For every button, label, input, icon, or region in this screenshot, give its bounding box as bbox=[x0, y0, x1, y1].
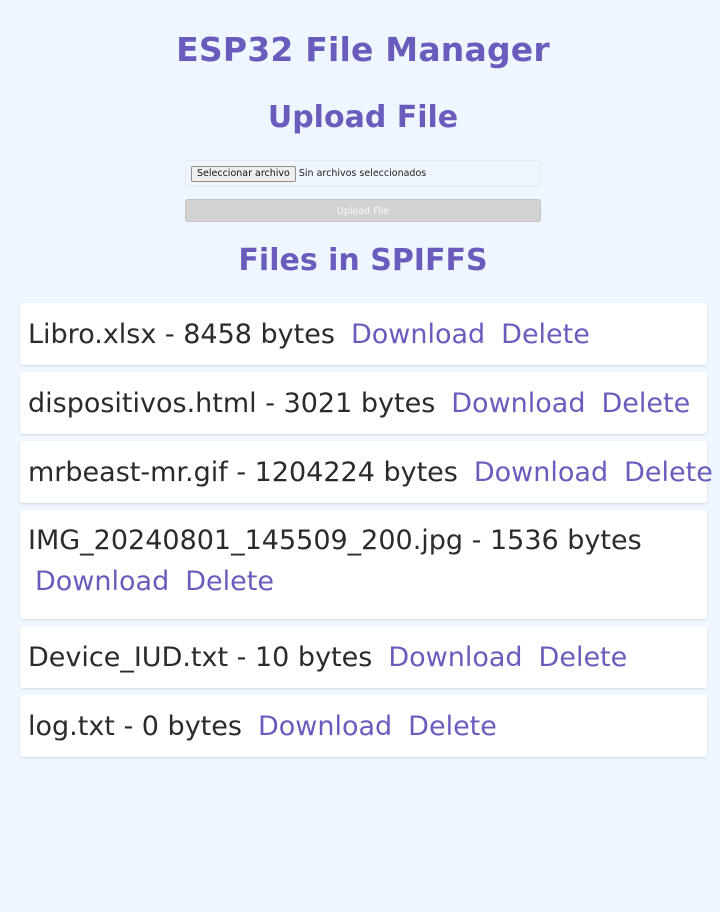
delete-link[interactable]: Delete bbox=[501, 319, 590, 350]
files-heading: Files in SPIFFS bbox=[238, 243, 488, 278]
file-list-item: Device_IUD.txt - 10 bytes Download Delet… bbox=[20, 626, 707, 688]
download-link[interactable]: Download bbox=[258, 711, 392, 742]
no-file-selected-text: Sin archivos seleccionados bbox=[298, 168, 427, 179]
file-info-text: Device_IUD.txt - 10 bytes bbox=[28, 641, 373, 673]
choose-file-button[interactable]: Seleccionar archivo bbox=[191, 165, 296, 182]
file-input[interactable]: Seleccionar archivo Sin archivos selecci… bbox=[185, 160, 541, 187]
file-info-text: mrbeast-mr.gif - 1204224 bytes bbox=[28, 456, 458, 488]
file-list-item: mrbeast-mr.gif - 1204224 bytes Download … bbox=[20, 441, 713, 503]
download-link[interactable]: Download bbox=[351, 319, 485, 350]
delete-link[interactable]: Delete bbox=[539, 642, 628, 673]
upload-heading: Upload File bbox=[267, 100, 459, 135]
delete-link[interactable]: Delete bbox=[601, 388, 690, 419]
download-link[interactable]: Download bbox=[388, 642, 522, 673]
delete-link[interactable]: Delete bbox=[185, 566, 274, 597]
file-info-text: Libro.xlsx - 8458 bytes bbox=[28, 318, 335, 350]
delete-link[interactable]: Delete bbox=[624, 457, 713, 488]
file-info-text: log.txt - 0 bytes bbox=[28, 710, 242, 742]
page-title: ESP32 File Manager bbox=[176, 30, 550, 69]
file-list-item: log.txt - 0 bytes Download Delete bbox=[20, 695, 707, 757]
download-link[interactable]: Download bbox=[35, 566, 169, 597]
download-link[interactable]: Download bbox=[474, 457, 608, 488]
file-list-item: Libro.xlsx - 8458 bytes Download Delete bbox=[20, 303, 707, 365]
upload-file-button[interactable]: Upload File bbox=[185, 199, 541, 222]
file-list-item: IMG_20240801_145509_200.jpg - 1536 bytes… bbox=[20, 510, 707, 619]
file-manager-page: ESP32 File Manager Upload File Seleccion… bbox=[0, 0, 720, 912]
file-info-text: IMG_20240801_145509_200.jpg - 1536 bytes bbox=[28, 524, 642, 556]
file-list-item: dispositivos.html - 3021 bytes Download … bbox=[20, 372, 707, 434]
delete-link[interactable]: Delete bbox=[408, 711, 497, 742]
file-info-text: dispositivos.html - 3021 bytes bbox=[28, 387, 436, 419]
download-link[interactable]: Download bbox=[451, 388, 585, 419]
